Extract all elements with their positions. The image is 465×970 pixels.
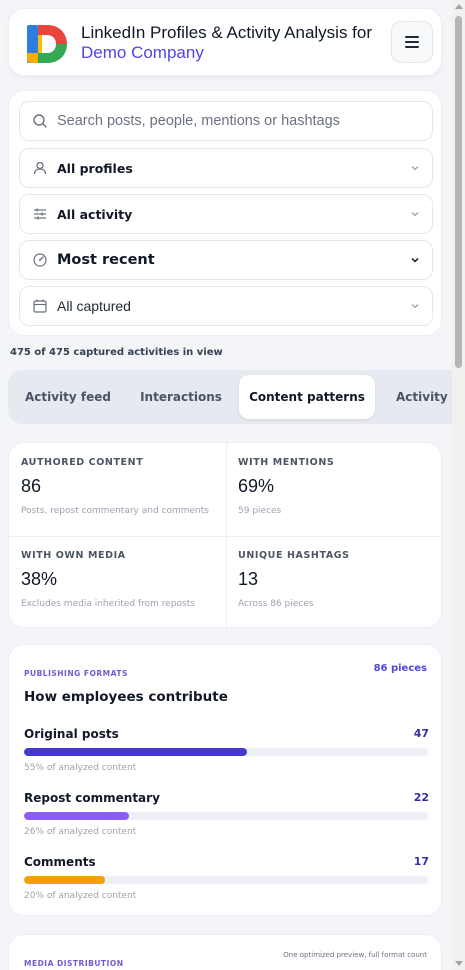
stat-value: 38%: [21, 569, 58, 589]
format-name: Original posts: [24, 727, 119, 741]
pieces-count: 86 pieces: [373, 663, 427, 674]
format-name: Repost commentary: [24, 791, 160, 805]
stat-label: WITH MENTIONS: [238, 457, 335, 468]
format-count: 22: [413, 791, 429, 804]
profiles-select[interactable]: All profiles: [19, 148, 433, 188]
search-icon: [33, 114, 47, 128]
stat-subtext: Across 86 pieces: [238, 599, 314, 609]
tab-activity-feed[interactable]: Activity feed: [14, 375, 122, 419]
stat-value: 86: [21, 476, 42, 496]
chevron-down-icon: [411, 304, 419, 309]
captured-select[interactable]: All captured: [19, 286, 433, 326]
chevron-down-icon: [411, 212, 419, 217]
format-percent: 55% of analyzed content: [24, 763, 137, 773]
stat-label: UNIQUE HASHTAGS: [238, 550, 350, 561]
format-percent: 20% of analyzed content: [24, 891, 137, 901]
format-percent: 26% of analyzed content: [24, 827, 137, 837]
gauge-icon: [33, 253, 47, 267]
stat-subtext: Excludes media inherited from reposts: [21, 599, 195, 609]
tab-activity[interactable]: Activity: [388, 375, 452, 419]
scroll-down-arrow-icon[interactable]: [455, 961, 463, 966]
sliders-icon: [34, 208, 46, 220]
calendar-icon: [33, 299, 47, 313]
activity-select[interactable]: All activity: [19, 194, 433, 234]
format-row-original-posts: Original posts 47 55% of analyzed conten…: [24, 727, 429, 783]
format-name: Comments: [24, 855, 96, 869]
format-row-repost-commentary: Repost commentary 22 26% of analyzed con…: [24, 791, 429, 847]
scrollbar[interactable]: [452, 0, 465, 970]
stat-value: 13: [238, 569, 259, 589]
tab-interactions[interactable]: Interactions: [130, 375, 232, 419]
user-icon: [33, 161, 47, 175]
stat-label: WITH OWN MEDIA: [21, 550, 126, 561]
stat-subtext: 59 pieces: [238, 506, 282, 516]
menu-button[interactable]: [391, 21, 433, 63]
stat-subtext: Posts, repost commentary and comments: [21, 506, 209, 516]
format-count: 47: [413, 727, 429, 740]
sort-value: Most recent: [57, 252, 155, 268]
title-line-1: LinkedIn Profiles & Activity Analysis fo…: [81, 23, 373, 42]
search-input[interactable]: Search posts, people, mentions or hashta…: [19, 101, 433, 141]
progress-fill: [24, 812, 130, 820]
content-stats-card: AUTHORED CONTENT 86 Posts, repost commen…: [8, 442, 442, 628]
search-placeholder: Search posts, people, mentions or hashta…: [57, 113, 340, 129]
tab-bar: Activity feed Interactions Content patte…: [8, 370, 452, 424]
activity-count: 475 of 475 captured activities in view: [10, 347, 223, 358]
sort-select[interactable]: Most recent: [19, 240, 433, 280]
progress-track: [24, 812, 429, 820]
preview-note: One optimized preview, full format count: [283, 951, 427, 959]
profiles-value: All profiles: [57, 160, 133, 176]
chevron-down-icon: [411, 257, 419, 263]
scrollbar-thumb[interactable]: [455, 16, 462, 368]
captured-value: All captured: [57, 298, 131, 314]
hamburger-menu-icon: [405, 36, 419, 48]
format-count: 17: [413, 855, 429, 868]
chevron-down-icon: [411, 166, 419, 171]
stat-with-mentions: WITH MENTIONS 69% 59 pieces: [226, 443, 441, 536]
scroll-up-arrow-icon[interactable]: [455, 4, 463, 9]
section-eyebrow: PUBLISHING FORMATS: [24, 669, 128, 678]
stat-value: 69%: [238, 476, 275, 496]
filters-panel: Search posts, people, mentions or hashta…: [8, 90, 442, 336]
format-row-comments: Comments 17 20% of analyzed content: [24, 855, 429, 911]
stat-label: AUTHORED CONTENT: [21, 457, 144, 468]
app-header: LinkedIn Profiles & Activity Analysis fo…: [8, 8, 442, 76]
progress-track: [24, 876, 429, 884]
tab-content-patterns[interactable]: Content patterns: [239, 375, 375, 419]
media-distribution-card: MEDIA DISTRIBUTION One optimized preview…: [8, 934, 442, 970]
progress-fill: [24, 748, 247, 756]
app-title: LinkedIn Profiles & Activity Analysis fo…: [81, 23, 381, 63]
progress-fill: [24, 876, 105, 884]
stat-with-own-media: WITH OWN MEDIA 38% Excludes media inheri…: [9, 536, 226, 627]
section-title: How employees contribute: [24, 689, 228, 705]
stat-authored-content: AUTHORED CONTENT 86 Posts, repost commen…: [9, 443, 226, 536]
section-eyebrow: MEDIA DISTRIBUTION: [24, 959, 124, 968]
progress-track: [24, 748, 429, 756]
d-logo-icon: [27, 25, 67, 63]
page: LinkedIn Profiles & Activity Analysis fo…: [0, 0, 452, 970]
stat-unique-hashtags: UNIQUE HASHTAGS 13 Across 86 pieces: [226, 536, 441, 627]
activity-value: All activity: [57, 206, 133, 222]
publishing-formats-card: PUBLISHING FORMATS 86 pieces How employe…: [8, 644, 442, 916]
company-name: Demo Company: [81, 43, 204, 62]
